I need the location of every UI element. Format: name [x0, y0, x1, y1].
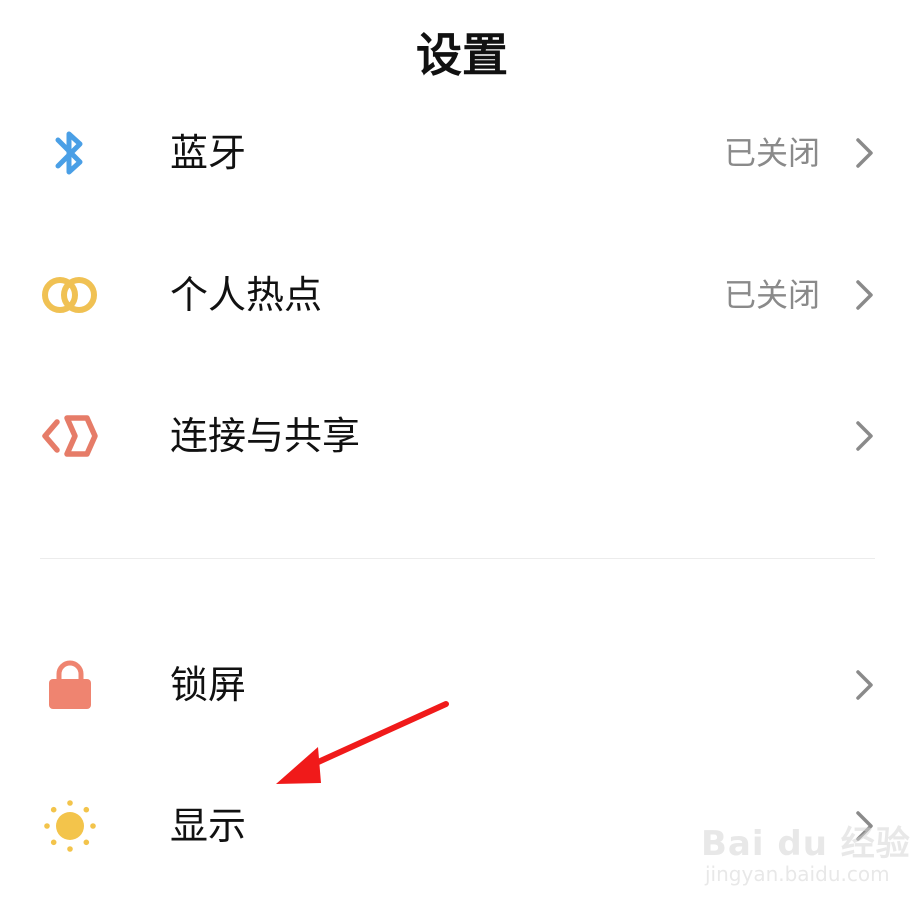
sun-icon: [38, 796, 102, 856]
settings-row-connection-share[interactable]: 连接与共享: [0, 381, 924, 491]
status-text: 已关闭: [723, 134, 820, 172]
settings-row-label: 蓝牙: [170, 131, 247, 175]
page-title: 设置: [416, 28, 508, 82]
lock-icon: [38, 655, 102, 715]
chevron-right-icon: [856, 421, 873, 451]
settings-row-lock-screen[interactable]: 锁屏: [0, 630, 924, 740]
chevron-right-icon: [856, 138, 873, 168]
watermark-brand: Bai du 经验: [701, 824, 911, 864]
settings-row-label: 连接与共享: [170, 414, 361, 458]
hotspot-icon: [38, 265, 102, 325]
settings-row-bluetooth[interactable]: 蓝牙 已关闭: [0, 98, 924, 208]
status-text: 已关闭: [723, 276, 820, 314]
chevron-right-icon: [856, 670, 873, 700]
settings-row-label: 显示: [170, 804, 247, 848]
bluetooth-icon: [38, 123, 102, 183]
chevron-right-icon: [856, 280, 873, 310]
settings-row-label: 个人热点: [170, 273, 323, 317]
settings-row-label: 锁屏: [170, 663, 247, 707]
section-divider: [40, 558, 875, 559]
connection-share-icon: [38, 406, 102, 466]
watermark-url: jingyan.baidu.com: [705, 862, 890, 886]
settings-row-hotspot[interactable]: 个人热点 已关闭: [0, 240, 924, 350]
baidu-watermark: Bai du 经验 jingyan.baidu.com: [701, 810, 910, 898]
